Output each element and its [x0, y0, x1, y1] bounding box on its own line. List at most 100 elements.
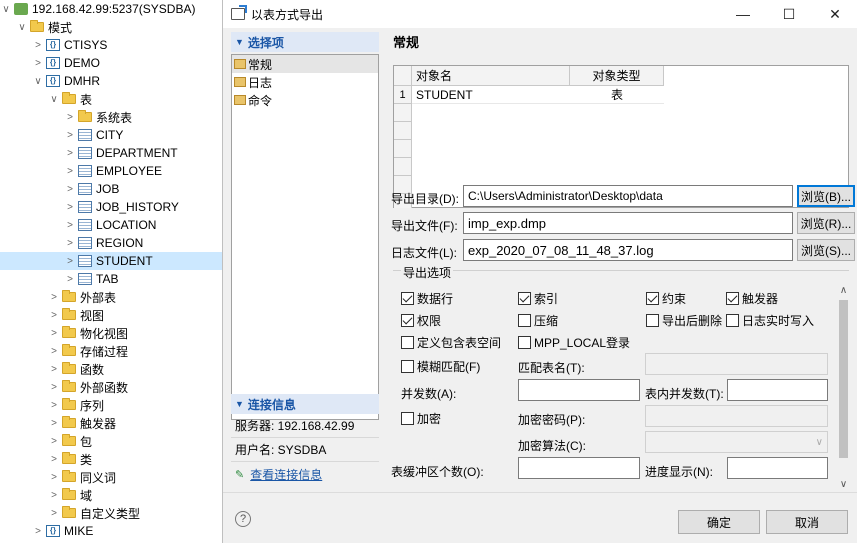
tree-item[interactable]: > CITY — [0, 126, 222, 144]
tree-item[interactable]: > EMPLOYEE — [0, 162, 222, 180]
chevron-right-icon[interactable]: > — [32, 526, 44, 537]
grid-cell-name[interactable]: STUDENT — [412, 86, 570, 104]
chevron-right-icon[interactable]: > — [32, 40, 44, 51]
browse-log-button[interactable]: 浏览(S)... — [797, 239, 855, 261]
tree-item[interactable]: > DEPARTMENT — [0, 144, 222, 162]
browse-dir-button[interactable]: 浏览(B)... — [797, 185, 855, 207]
tree-item[interactable]: > JOB — [0, 180, 222, 198]
chevron-right-icon[interactable]: > — [48, 436, 60, 447]
checkbox-log-realtime[interactable]: 日志实时写入 — [726, 312, 814, 329]
tree-item[interactable]: > 存储过程 — [0, 342, 222, 360]
progress-input[interactable] — [727, 457, 828, 479]
chevron-right-icon[interactable]: > — [64, 238, 76, 249]
chevron-right-icon[interactable]: > — [32, 58, 44, 69]
tree-item[interactable]: > 外部函数 — [0, 378, 222, 396]
close-button[interactable]: ✕ — [812, 0, 857, 28]
tree-item[interactable]: > TAB — [0, 270, 222, 288]
chevron-down-icon[interactable]: ∨ — [48, 94, 60, 105]
chevron-right-icon[interactable]: > — [48, 418, 60, 429]
log-file-input[interactable]: exp_2020_07_08_11_48_37.log — [463, 239, 793, 261]
checkbox-delete-after[interactable]: 导出后删除 — [646, 312, 722, 329]
nav-item-log[interactable]: 日志 — [232, 73, 378, 91]
checkbox-box[interactable] — [401, 292, 414, 305]
minimize-button[interactable]: — — [720, 0, 766, 28]
chevron-down-icon[interactable]: ∨ — [0, 4, 12, 15]
tree-item[interactable]: > 自定义类型 — [0, 504, 222, 522]
checkbox-box[interactable] — [518, 292, 531, 305]
chevron-right-icon[interactable]: > — [48, 382, 60, 393]
export-dir-input[interactable]: C:\Users\Administrator\Desktop\data — [463, 185, 793, 207]
checkbox-encrypt[interactable]: 加密 — [401, 410, 441, 427]
chevron-right-icon[interactable]: > — [64, 184, 76, 195]
checkbox-box[interactable] — [401, 314, 414, 327]
checkbox-data-rows[interactable]: 数据行 — [401, 290, 453, 307]
tree-item[interactable]: > 同义词 — [0, 468, 222, 486]
chevron-right-icon[interactable]: > — [48, 400, 60, 411]
grid-cell-type[interactable]: 表 — [570, 86, 664, 104]
tree-item[interactable]: ∨ 模式 — [0, 18, 222, 36]
checkbox-trigger[interactable]: 触发器 — [726, 290, 778, 307]
chevron-down-icon[interactable]: ∨ — [32, 76, 44, 87]
help-icon[interactable]: ? — [235, 511, 251, 527]
checkbox-box[interactable] — [646, 314, 659, 327]
tree-item[interactable]: > 序列 — [0, 396, 222, 414]
chevron-right-icon[interactable]: > — [48, 346, 60, 357]
checkbox-tablespace[interactable]: 定义包含表空间 — [401, 334, 501, 351]
checkbox-constraint[interactable]: 约束 — [646, 290, 686, 307]
checkbox-box[interactable] — [401, 360, 414, 373]
chevron-right-icon[interactable]: > — [48, 310, 60, 321]
chevron-right-icon[interactable]: > — [48, 490, 60, 501]
tree-item[interactable]: > 域 — [0, 486, 222, 504]
tree-item[interactable]: > 视图 — [0, 306, 222, 324]
tree-item[interactable]: ∨{} DMHR — [0, 72, 222, 90]
checkbox-box[interactable] — [726, 292, 739, 305]
checkbox-compress[interactable]: 压缩 — [518, 312, 558, 329]
tree-item[interactable]: > 函数 — [0, 360, 222, 378]
tree-item[interactable]: > JOB_HISTORY — [0, 198, 222, 216]
buffer-count-input[interactable] — [518, 457, 640, 479]
tree-item[interactable]: ∨ 表 — [0, 90, 222, 108]
scroll-down-icon[interactable]: ∨ — [835, 476, 852, 492]
checkbox-box[interactable] — [646, 292, 659, 305]
tree-item[interactable]: > 类 — [0, 450, 222, 468]
grid-header-type[interactable]: 对象类型 — [570, 66, 664, 86]
tree-item[interactable]: > REGION — [0, 234, 222, 252]
tree-connection-node[interactable]: ∨ 192.168.42.99:5237(SYSDBA) — [0, 0, 222, 18]
checkbox-fuzzy-match[interactable]: 模糊匹配(F) — [401, 358, 480, 375]
tree-item[interactable]: > STUDENT — [0, 252, 222, 270]
ok-button[interactable]: 确定 — [678, 510, 760, 534]
chevron-right-icon[interactable]: > — [64, 202, 76, 213]
view-connection-link[interactable]: 查看连接信息 — [250, 466, 322, 483]
tree-item[interactable]: > 外部表 — [0, 288, 222, 306]
checkbox-box[interactable] — [401, 412, 414, 425]
checkbox-box[interactable] — [518, 336, 531, 349]
dialog-titlebar[interactable]: 以表方式导出 — ☐ ✕ — [223, 0, 857, 28]
chevron-down-icon[interactable]: ∨ — [16, 22, 28, 33]
chevron-right-icon[interactable]: > — [48, 472, 60, 483]
nav-item-command[interactable]: 命令 — [232, 91, 378, 109]
chevron-right-icon[interactable]: > — [48, 364, 60, 375]
nav-header[interactable]: ▼ 选择项 — [231, 32, 379, 52]
nav-item-general[interactable]: 常规 — [232, 55, 378, 73]
tree-item[interactable]: > 物化视图 — [0, 324, 222, 342]
table-parallel-input[interactable] — [727, 379, 828, 401]
parallel-input[interactable] — [518, 379, 640, 401]
checkbox-privilege[interactable]: 权限 — [401, 312, 441, 329]
browse-file-button[interactable]: 浏览(R)... — [797, 212, 855, 234]
chevron-right-icon[interactable]: > — [64, 112, 76, 123]
grid-header-name[interactable]: 对象名 — [412, 66, 570, 86]
chevron-right-icon[interactable]: > — [48, 508, 60, 519]
scroll-up-icon[interactable]: ∧ — [835, 282, 852, 298]
chevron-right-icon[interactable]: > — [64, 220, 76, 231]
checkbox-box[interactable] — [518, 314, 531, 327]
object-tree[interactable]: ∨ 192.168.42.99:5237(SYSDBA) ∨ 模式 >{} CTISY… — [0, 0, 222, 543]
tree-item[interactable]: >{} CTISYS — [0, 36, 222, 54]
tree-item[interactable]: >{} MIKE — [0, 522, 222, 540]
maximize-button[interactable]: ☐ — [766, 0, 812, 28]
checkbox-box[interactable] — [726, 314, 739, 327]
options-scrollbar[interactable]: ∧ ∨ — [835, 282, 852, 492]
chevron-right-icon[interactable]: > — [64, 274, 76, 285]
checkbox-mpp-local[interactable]: MPP_LOCAL登录 — [518, 334, 630, 351]
chevron-right-icon[interactable]: > — [48, 328, 60, 339]
scrollbar-thumb[interactable] — [839, 300, 848, 458]
